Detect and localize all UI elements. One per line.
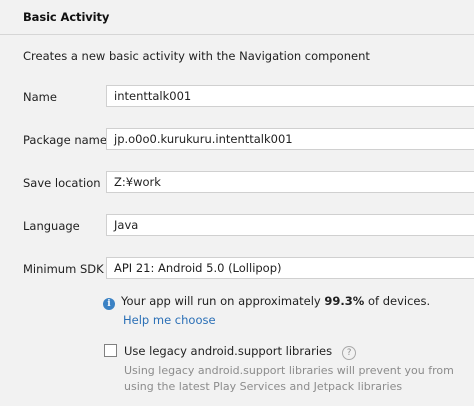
minimum-sdk-label: Minimum SDK xyxy=(23,262,104,276)
package-name-field[interactable]: jp.o0o0.kurukuru.intenttalk001 xyxy=(106,128,474,150)
minimum-sdk-select[interactable]: API 21: Android 5.0 (Lollipop) xyxy=(106,257,474,279)
wizard-header: Basic Activity xyxy=(0,0,474,35)
coverage-percent: 99.3% xyxy=(324,294,365,308)
info-icon: i xyxy=(103,298,115,310)
language-select[interactable]: Java xyxy=(106,214,474,236)
help-me-choose-link[interactable]: Help me choose xyxy=(123,313,216,327)
name-field[interactable]: intenttalk001 xyxy=(106,85,474,107)
save-location-label: Save location xyxy=(23,176,101,190)
name-label: Name xyxy=(23,90,57,104)
device-coverage-info: i Your app will run on approximately 99.3… xyxy=(103,294,430,310)
legacy-support-row: Use legacy android.support libraries? xyxy=(124,344,357,360)
help-question-icon[interactable]: ? xyxy=(342,346,357,360)
legacy-support-note: Using legacy android.support libraries w… xyxy=(124,364,454,393)
language-label: Language xyxy=(23,219,80,233)
package-name-label: Package name xyxy=(23,133,107,147)
activity-description: Creates a new basic activity with the Na… xyxy=(23,49,370,63)
legacy-support-label[interactable]: Use legacy android.support libraries xyxy=(124,344,332,358)
legacy-support-checkbox[interactable] xyxy=(104,344,117,357)
page-title: Basic Activity xyxy=(23,10,110,24)
save-location-field[interactable]: Z:¥work xyxy=(106,171,474,193)
coverage-text-after: of devices. xyxy=(364,294,431,308)
coverage-text-before: Your app will run on approximately xyxy=(121,294,325,308)
